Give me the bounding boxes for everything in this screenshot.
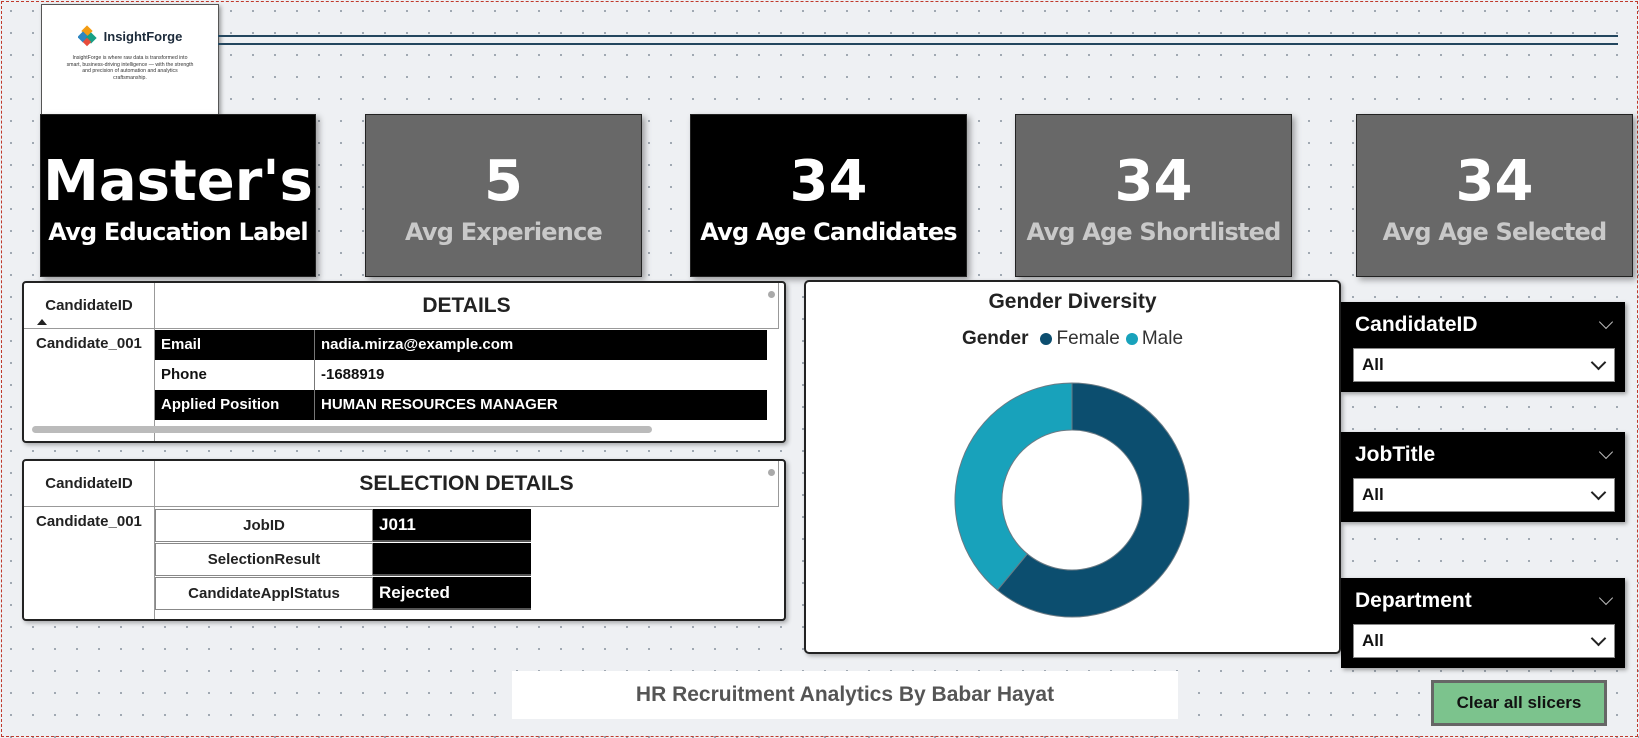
legend-item-male[interactable]: Male <box>1125 328 1184 350</box>
slicer-header: Department <box>1341 578 1625 624</box>
slicer-title: CandidateID <box>1355 313 1478 336</box>
gender-diversity-chart: Gender Diversity Gender Female Male <box>804 280 1341 654</box>
chevron-down-icon[interactable] <box>1590 484 1607 500</box>
legend-item-female[interactable]: Female <box>1040 328 1120 350</box>
chevron-down-icon[interactable] <box>1590 630 1607 646</box>
vertical-scrollbar[interactable] <box>768 291 775 298</box>
slicer-value: All <box>1362 485 1384 504</box>
slicer-dropdown[interactable]: All <box>1353 348 1615 382</box>
details-row: Applied Position HUMAN RESOURCES MANAGER <box>155 390 767 420</box>
slicer-candidate-id: CandidateID All <box>1341 302 1625 392</box>
details-key: Applied Position <box>155 390 315 420</box>
kpi-value: 34 <box>789 148 868 214</box>
selection-value <box>373 543 531 576</box>
horizontal-scrollbar[interactable] <box>32 426 652 433</box>
selection-row: JobID J011 <box>155 509 531 542</box>
details-key: Email <box>155 330 315 360</box>
legend-swatch-male <box>1125 333 1138 345</box>
details-value: HUMAN RESOURCES MANAGER <box>321 396 558 413</box>
details-title: DETAILS <box>155 283 779 329</box>
kpi-label: Avg Age Selected <box>1382 217 1608 246</box>
candidate-id-header-label: CandidateID <box>45 297 133 314</box>
chevron-down-icon[interactable] <box>1598 590 1614 606</box>
sort-ascending-icon[interactable] <box>37 319 47 325</box>
candidate-id-header[interactable]: CandidateID <box>24 461 154 507</box>
slicer-job-title: JobTitle All <box>1341 432 1625 522</box>
chart-title: Gender Diversity <box>988 290 1157 313</box>
details-key: Phone <box>155 360 315 390</box>
kpi-card-education: Master's Avg Education Label <box>40 114 316 277</box>
candidate-id-header[interactable]: CandidateID <box>24 283 154 329</box>
kpi-label: Avg Education Label <box>48 217 308 246</box>
kpi-value: Master's <box>43 148 313 214</box>
legend-title: Gender <box>961 328 1029 349</box>
candidate-id-cell: Candidate_001 <box>36 513 142 530</box>
kpi-value: 34 <box>1114 148 1193 214</box>
selection-key: CandidateApplStatus <box>155 577 373 610</box>
chevron-down-icon[interactable] <box>1598 314 1614 330</box>
chevron-down-icon[interactable] <box>1598 444 1614 460</box>
legend-label-male: Male <box>1141 328 1184 349</box>
logo-card: InsightForge InsightForge is where raw d… <box>41 4 219 116</box>
slicer-value: All <box>1362 355 1384 374</box>
kpi-value: 34 <box>1455 148 1534 214</box>
logo-tagline: InsightForge is where raw data is transf… <box>66 55 194 81</box>
selection-details-table[interactable]: CandidateID Candidate_001 SELECTION DETA… <box>22 459 786 621</box>
slicer-dropdown[interactable]: All <box>1353 624 1615 658</box>
clear-all-slicers-button[interactable]: Clear all slicers <box>1431 680 1607 726</box>
donut-chart[interactable] <box>952 380 1192 620</box>
selection-key: SelectionResult <box>155 543 373 576</box>
kpi-label: Avg Age Candidates <box>700 217 957 246</box>
details-value: nadia.mirza@example.com <box>321 336 514 353</box>
kpi-value: 5 <box>484 148 523 214</box>
kpi-label: Avg Experience <box>405 217 603 246</box>
details-value: -1688919 <box>321 366 385 383</box>
donut-slice-male[interactable] <box>954 382 1073 591</box>
slicer-title: Department <box>1355 589 1472 612</box>
logo-name: InsightForge <box>103 28 183 44</box>
slicer-header: JobTitle <box>1341 432 1625 478</box>
slicer-title: JobTitle <box>1355 443 1436 466</box>
header-rule <box>218 35 1618 45</box>
selection-row: CandidateApplStatus Rejected <box>155 577 531 610</box>
details-table[interactable]: CandidateID Candidate_001 DETAILS Email … <box>22 281 786 443</box>
selection-value: Rejected <box>373 577 531 610</box>
kpi-card-experience: 5 Avg Experience <box>365 114 642 277</box>
details-row: Email nadia.mirza@example.com <box>155 330 767 360</box>
selection-value: J011 <box>373 509 531 542</box>
selection-details-title: SELECTION DETAILS <box>155 461 779 507</box>
report-title: HR Recruitment Analytics By Babar Hayat <box>512 671 1178 719</box>
logo-row: InsightForge <box>77 25 183 47</box>
candidate-id-header-label: CandidateID <box>45 475 133 492</box>
kpi-card-age-candidates: 34 Avg Age Candidates <box>690 114 967 277</box>
slicer-header: CandidateID <box>1341 302 1625 348</box>
chart-legend: Gender Female Male <box>806 328 1339 350</box>
slicer-dropdown[interactable]: All <box>1353 478 1615 512</box>
kpi-label: Avg Age Shortlisted <box>1026 217 1282 246</box>
candidate-id-column: CandidateID Candidate_001 <box>24 461 155 619</box>
slicer-value: All <box>1362 631 1384 650</box>
chevron-down-icon[interactable] <box>1590 354 1607 370</box>
details-row: Phone -1688919 <box>155 360 767 390</box>
kpi-card-age-selected: 34 Avg Age Selected <box>1356 114 1633 277</box>
candidate-id-cell: Candidate_001 <box>36 335 142 352</box>
vertical-scrollbar[interactable] <box>768 469 775 476</box>
kpi-card-age-shortlisted: 34 Avg Age Shortlisted <box>1015 114 1292 277</box>
legend-label-female: Female <box>1056 328 1120 349</box>
slicer-department: Department All <box>1341 578 1625 668</box>
insightforge-logo-icon <box>77 25 97 47</box>
legend-swatch-female <box>1040 333 1053 345</box>
candidate-id-column: CandidateID Candidate_001 <box>24 283 155 441</box>
selection-row: SelectionResult <box>155 543 531 576</box>
selection-key: JobID <box>155 509 373 542</box>
